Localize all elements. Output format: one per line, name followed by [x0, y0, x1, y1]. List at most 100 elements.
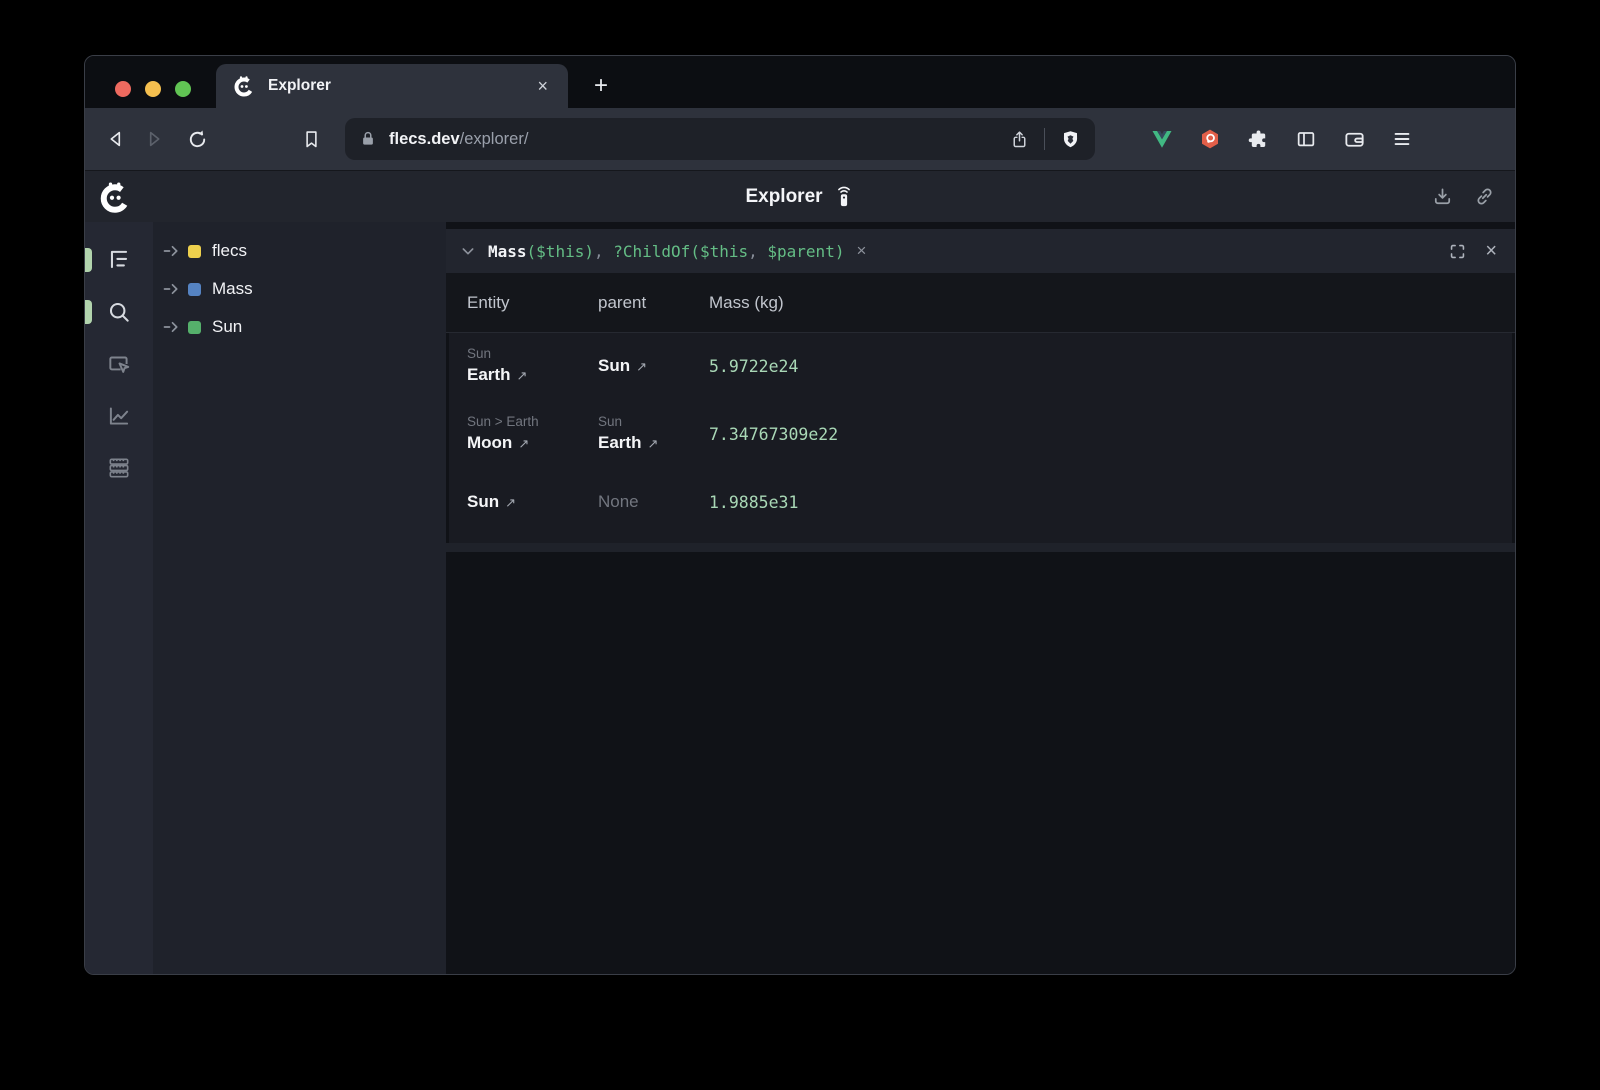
app-header: Explorer: [85, 170, 1515, 222]
query-panel-footer: [446, 543, 1515, 552]
column-header-entity: Entity: [467, 293, 598, 313]
entity-link[interactable]: Sun↗: [467, 490, 598, 515]
query-token: $this: [536, 242, 584, 261]
minimize-window-button[interactable]: [145, 81, 161, 97]
open-parent-icon[interactable]: ↗: [636, 359, 647, 374]
active-indicator-search: [85, 300, 92, 324]
mass-value: 7.34767309e22: [709, 425, 1512, 444]
fullscreen-icon[interactable]: [1448, 242, 1467, 261]
back-button[interactable]: [99, 121, 135, 157]
main-area: Mass($this), ?ChildOf($this, $parent) × …: [446, 222, 1515, 974]
active-indicator-tree: [85, 248, 92, 272]
tree-item-label: flecs: [212, 241, 247, 261]
query-clear-icon[interactable]: ×: [856, 241, 866, 261]
hexagon-extension-icon[interactable]: [1197, 126, 1223, 152]
query-token: ): [835, 242, 845, 261]
query-token: (: [527, 242, 537, 261]
entity-link[interactable]: Earth↗: [467, 363, 598, 388]
query-token: ?ChildOf: [613, 242, 690, 261]
expand-arrow-icon[interactable]: [163, 283, 180, 295]
column-header-mass: Mass (kg): [709, 293, 1515, 313]
url-bar[interactable]: flecs.dev/explorer/: [345, 118, 1095, 160]
new-tab-button[interactable]: +: [585, 70, 617, 102]
urlbar-separator: [1044, 128, 1045, 150]
sidebar-item-stats[interactable]: [93, 390, 145, 442]
table-row: Sun↗ None 1.9885e31: [449, 469, 1512, 535]
query-token: $this: [700, 242, 748, 261]
parent-link[interactable]: Sun↗: [598, 354, 709, 379]
lock-icon: [359, 130, 377, 148]
tab-explorer[interactable]: Explorer ×: [216, 64, 568, 108]
sidebar-item-memory[interactable]: [93, 442, 145, 494]
tree-item-label: Mass: [212, 279, 253, 299]
app-body: flecs Mass Sun Mass($this), ?ChildOf($th…: [85, 222, 1515, 974]
sidebar-item-inspector[interactable]: [93, 338, 145, 390]
app-title-wrap: Explorer: [85, 184, 1515, 210]
zoom-window-button[interactable]: [175, 81, 191, 97]
browser-window: Explorer × + flecs.dev/explorer/: [84, 55, 1516, 975]
parent-cell: Sun↗: [598, 333, 709, 399]
extensions-puzzle-icon[interactable]: [1245, 126, 1271, 152]
entity-link[interactable]: Moon↗: [467, 431, 598, 456]
parent-link[interactable]: Earth↗: [598, 431, 709, 456]
query-close-icon[interactable]: ×: [1485, 241, 1497, 261]
flecs-favicon-icon: [232, 74, 256, 98]
tree-item-label: Sun: [212, 317, 242, 337]
download-icon[interactable]: [1429, 184, 1455, 210]
query-results: Sun Earth↗ Sun↗ 5.9722e24 Sun > Earth Mo…: [449, 333, 1512, 543]
share-icon[interactable]: [1006, 126, 1032, 152]
query-token: (: [690, 242, 700, 261]
reload-button[interactable]: [179, 121, 215, 157]
entity-cell: Sun Earth↗: [467, 333, 598, 399]
chevron-down-icon[interactable]: [460, 243, 476, 259]
entity-path: Sun: [467, 344, 598, 363]
mass-value: 1.9885e31: [709, 493, 1512, 512]
open-parent-icon[interactable]: ↗: [647, 436, 658, 451]
open-entity-icon[interactable]: ↗: [516, 368, 527, 383]
sidebar-item-search[interactable]: [93, 286, 145, 338]
entity-path: Sun > Earth: [467, 412, 598, 431]
tree-item[interactable]: Mass: [153, 270, 446, 308]
table-header: Entity parent Mass (kg): [446, 273, 1515, 333]
entity-cell: Sun > Earth Moon↗: [467, 399, 598, 469]
tab-title: Explorer: [268, 77, 533, 95]
bookmark-icon[interactable]: [293, 121, 329, 157]
query-bar: Mass($this), ?ChildOf($this, $parent) × …: [446, 229, 1515, 273]
vue-devtools-icon[interactable]: [1149, 126, 1175, 152]
entity-color-swatch: [188, 321, 201, 334]
parent-cell: Sun Earth↗: [598, 399, 709, 469]
browser-toolbar: flecs.dev/explorer/: [85, 108, 1515, 170]
entity-color-swatch: [188, 245, 201, 258]
mass-cell: 1.9885e31: [709, 469, 1512, 535]
wallet-icon[interactable]: [1341, 126, 1367, 152]
remote-connection-icon: [833, 184, 855, 210]
parent-cell: None: [598, 469, 709, 535]
query-token: $parent: [767, 242, 834, 261]
open-entity-icon[interactable]: ↗: [518, 436, 529, 451]
app-title: Explorer: [745, 186, 822, 208]
tree-item[interactable]: Sun: [153, 308, 446, 346]
sidebar-toggle-icon[interactable]: [1293, 126, 1319, 152]
query-expression[interactable]: Mass($this), ?ChildOf($this, $parent): [488, 242, 844, 261]
sidebar-item-tree[interactable]: [93, 234, 145, 286]
tab-close-icon[interactable]: ×: [533, 76, 552, 97]
expand-arrow-icon[interactable]: [163, 245, 180, 257]
entity-cell: Sun↗: [467, 469, 598, 535]
entity-tree-panel: flecs Mass Sun: [153, 222, 446, 974]
query-token: ): [584, 242, 594, 261]
close-window-button[interactable]: [115, 81, 131, 97]
tree-item[interactable]: flecs: [153, 232, 446, 270]
brave-shield-icon[interactable]: [1057, 126, 1083, 152]
mass-cell: 5.9722e24: [709, 333, 1512, 399]
parent-link[interactable]: None: [598, 490, 709, 514]
url-domain: flecs.dev: [389, 130, 460, 148]
menu-hamburger-icon[interactable]: [1389, 126, 1415, 152]
query-token: ,: [748, 242, 767, 261]
open-entity-icon[interactable]: ↗: [505, 495, 516, 510]
query-token: ,: [594, 242, 613, 261]
extensions-row: [1149, 126, 1415, 152]
link-icon[interactable]: [1471, 184, 1497, 210]
expand-arrow-icon[interactable]: [163, 321, 180, 333]
column-header-parent: parent: [598, 293, 709, 313]
forward-button[interactable]: [135, 121, 171, 157]
